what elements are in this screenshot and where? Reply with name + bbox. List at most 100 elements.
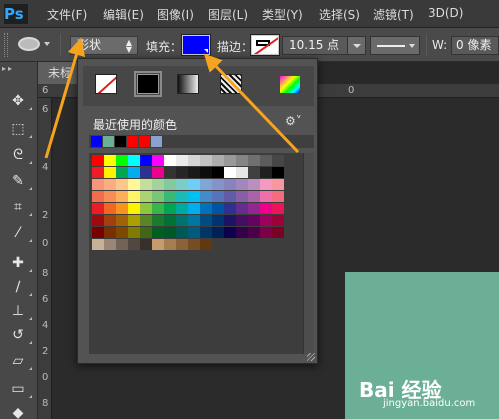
- color-swatch[interactable]: [92, 215, 104, 226]
- color-swatch[interactable]: [140, 239, 152, 250]
- color-swatch[interactable]: [248, 167, 260, 178]
- color-swatch[interactable]: [152, 191, 164, 202]
- color-swatch[interactable]: [236, 167, 248, 178]
- color-swatch[interactable]: [140, 227, 152, 238]
- color-swatch[interactable]: [224, 167, 236, 178]
- color-swatch[interactable]: [164, 203, 176, 214]
- color-swatch[interactable]: [212, 215, 224, 226]
- color-swatch[interactable]: [176, 227, 188, 238]
- stroke-style-select[interactable]: [370, 36, 420, 55]
- color-swatch[interactable]: [248, 227, 260, 238]
- color-swatch[interactable]: [200, 227, 212, 238]
- color-swatch[interactable]: [140, 203, 152, 214]
- color-swatch[interactable]: [152, 203, 164, 214]
- color-swatch[interactable]: [212, 167, 224, 178]
- color-swatch[interactable]: [260, 227, 272, 238]
- color-swatch[interactable]: [140, 215, 152, 226]
- color-swatch[interactable]: [164, 191, 176, 202]
- color-swatch[interactable]: [176, 191, 188, 202]
- color-swatch[interactable]: [128, 155, 140, 166]
- color-swatch[interactable]: [176, 155, 188, 166]
- color-swatch[interactable]: [272, 227, 284, 238]
- pattern-icon[interactable]: [220, 74, 242, 94]
- color-swatch[interactable]: [104, 215, 116, 226]
- color-swatch[interactable]: [92, 167, 104, 178]
- color-swatch[interactable]: [92, 239, 104, 250]
- color-swatch[interactable]: [248, 179, 260, 190]
- menu-type[interactable]: 类型(Y): [262, 6, 303, 23]
- color-swatch[interactable]: [272, 215, 284, 226]
- clone-stamp-tool-icon[interactable]: ⊥: [8, 302, 32, 320]
- color-swatch[interactable]: [92, 179, 104, 190]
- color-swatch[interactable]: [248, 155, 260, 166]
- recent-color-swatch[interactable]: [127, 136, 138, 147]
- color-swatch[interactable]: [92, 155, 104, 166]
- menu-select[interactable]: 选择(S): [319, 6, 360, 23]
- color-swatch[interactable]: [140, 179, 152, 190]
- color-swatch[interactable]: [188, 155, 200, 166]
- tool-mode-select[interactable]: 形状 ▲ ▼: [70, 36, 138, 55]
- color-swatch[interactable]: [116, 227, 128, 238]
- color-swatch[interactable]: [260, 155, 272, 166]
- color-swatch[interactable]: [92, 191, 104, 202]
- color-swatch[interactable]: [128, 179, 140, 190]
- color-swatch[interactable]: [236, 215, 248, 226]
- color-swatch[interactable]: [128, 215, 140, 226]
- color-swatch[interactable]: [188, 167, 200, 178]
- gear-icon[interactable]: ⚙˅: [285, 114, 302, 128]
- color-swatch[interactable]: [104, 227, 116, 238]
- color-swatch[interactable]: [176, 215, 188, 226]
- resize-grip-icon[interactable]: [307, 353, 315, 361]
- color-swatch[interactable]: [236, 155, 248, 166]
- color-swatch[interactable]: [128, 167, 140, 178]
- menu-image[interactable]: 图像(I): [157, 6, 194, 23]
- healing-brush-tool-icon[interactable]: ✚: [8, 254, 32, 272]
- color-swatch[interactable]: [140, 191, 152, 202]
- color-swatch[interactable]: [224, 191, 236, 202]
- color-swatch[interactable]: [104, 179, 116, 190]
- tools-panel-grip[interactable]: ▸▸: [2, 64, 36, 74]
- color-swatch[interactable]: [164, 227, 176, 238]
- marquee-tool-icon[interactable]: ⬚: [8, 120, 32, 138]
- tool-preset-arrow-icon[interactable]: [44, 42, 50, 46]
- color-swatch[interactable]: [200, 215, 212, 226]
- color-swatch[interactable]: [248, 215, 260, 226]
- color-swatch[interactable]: [272, 155, 284, 166]
- menu-filter[interactable]: 滤镜(T): [373, 6, 414, 23]
- color-swatch[interactable]: [116, 191, 128, 202]
- no-color-icon[interactable]: [95, 74, 117, 94]
- color-swatch[interactable]: [116, 215, 128, 226]
- history-brush-tool-icon[interactable]: ↺: [8, 326, 32, 344]
- color-swatch[interactable]: [236, 179, 248, 190]
- color-swatch[interactable]: [272, 167, 284, 178]
- color-swatch[interactable]: [212, 179, 224, 190]
- color-swatch[interactable]: [176, 167, 188, 178]
- color-swatch[interactable]: [176, 203, 188, 214]
- color-swatch[interactable]: [260, 215, 272, 226]
- lasso-tool-icon[interactable]: ᘓ: [8, 146, 32, 164]
- color-swatch[interactable]: [260, 179, 272, 190]
- color-swatch[interactable]: [116, 167, 128, 178]
- color-swatch[interactable]: [272, 203, 284, 214]
- color-swatch[interactable]: [164, 167, 176, 178]
- blur-tool-icon[interactable]: ◆: [8, 404, 28, 419]
- color-swatch[interactable]: [152, 167, 164, 178]
- color-swatch[interactable]: [104, 239, 116, 250]
- color-swatch[interactable]: [212, 155, 224, 166]
- crop-tool-icon[interactable]: ⌗: [8, 198, 32, 216]
- stroke-width-field[interactable]: 10.15 点: [282, 36, 366, 55]
- color-swatch[interactable]: [152, 155, 164, 166]
- brush-tool-icon[interactable]: ∕: [8, 278, 32, 296]
- menu-file[interactable]: 文件(F): [47, 6, 87, 23]
- color-swatch[interactable]: [224, 203, 236, 214]
- color-swatch[interactable]: [272, 179, 284, 190]
- color-swatch[interactable]: [224, 179, 236, 190]
- color-swatch[interactable]: [164, 215, 176, 226]
- color-swatch[interactable]: [92, 227, 104, 238]
- eyedropper-tool-icon[interactable]: ⁄: [8, 224, 32, 242]
- solid-color-icon[interactable]: [134, 71, 162, 97]
- color-swatch[interactable]: [104, 155, 116, 166]
- menu-layer[interactable]: 图层(L): [208, 6, 248, 23]
- fill-color-swatch[interactable]: [181, 34, 211, 56]
- options-grip[interactable]: [4, 33, 8, 57]
